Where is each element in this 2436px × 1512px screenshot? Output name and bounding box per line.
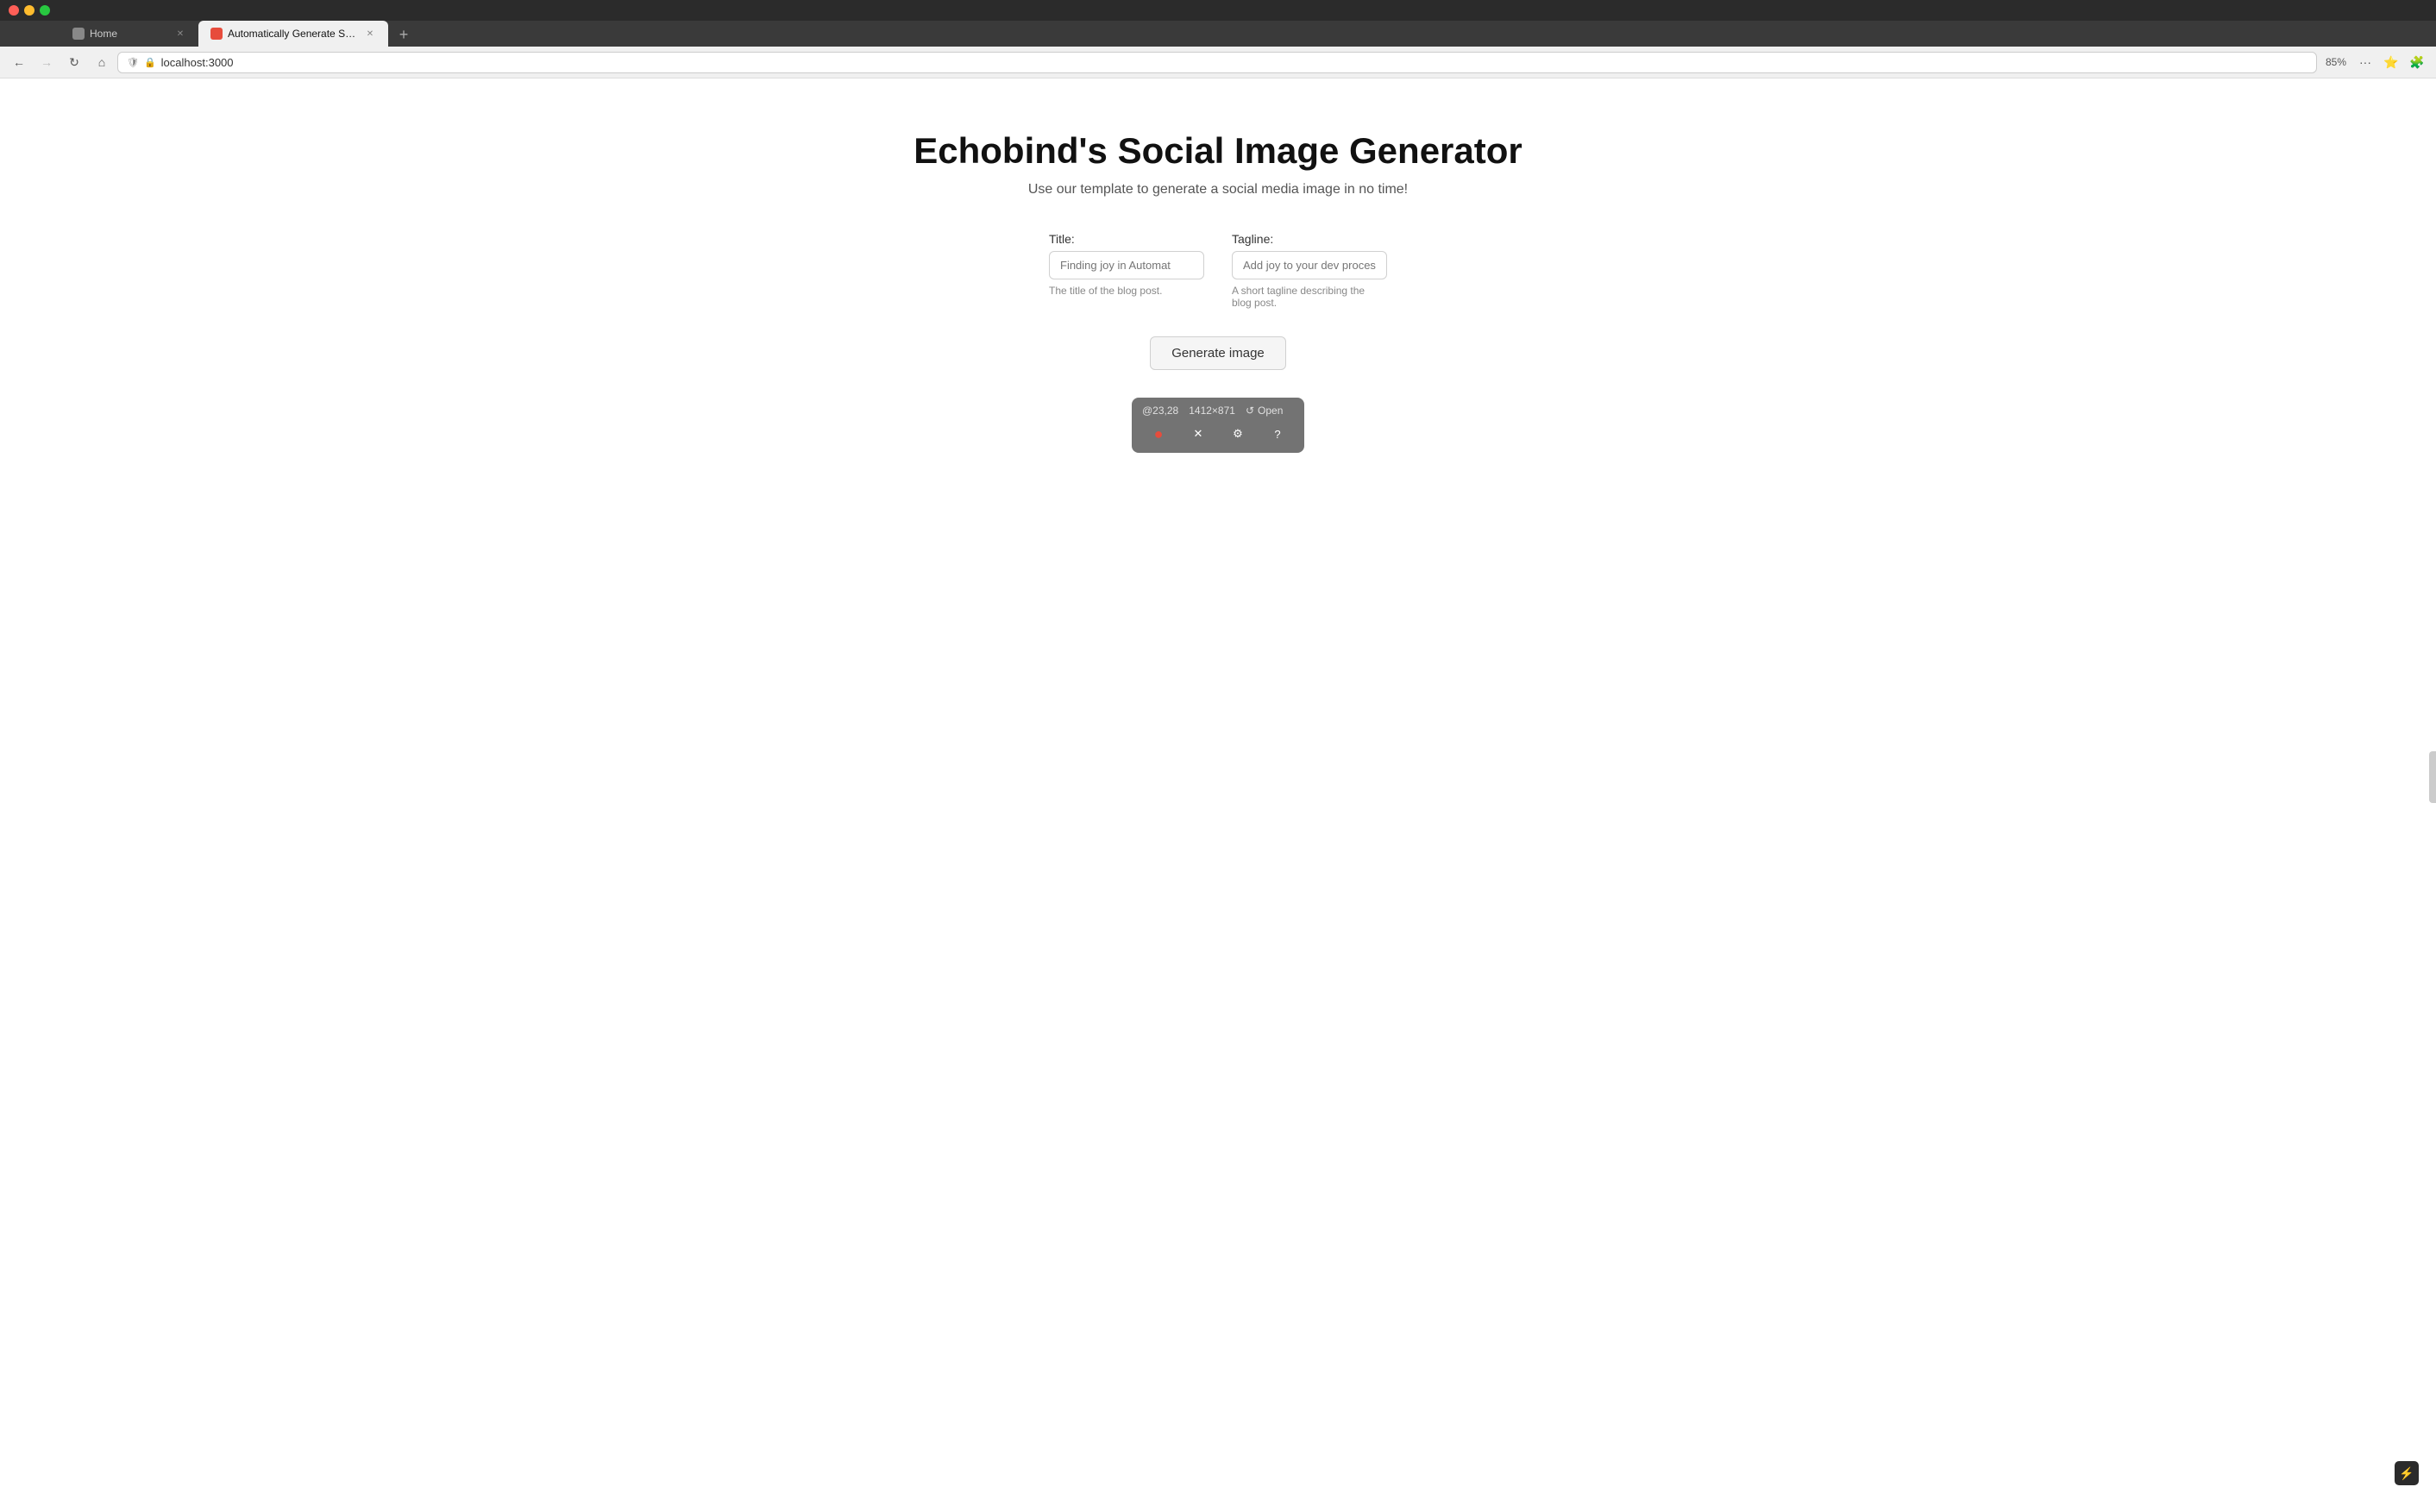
extensions-button[interactable]: 🧩	[2405, 50, 2429, 74]
generate-image-button[interactable]: Generate image	[1150, 336, 1286, 370]
open-refresh-icon: ↺	[1246, 405, 1254, 417]
title-input[interactable]	[1049, 251, 1204, 279]
tab-home-close[interactable]: ✕	[174, 28, 186, 40]
form-area: Title: The title of the blog post. Tagli…	[1049, 232, 1387, 309]
page-title: Echobind's Social Image Generator	[914, 130, 1522, 172]
tabs-bar: Home ✕ Automatically Generate Socia ✕ +	[0, 21, 2436, 47]
close-overlay-button[interactable]: ✕	[1186, 422, 1210, 446]
browser-chrome: Home ✕ Automatically Generate Socia ✕ + …	[0, 0, 2436, 78]
overlay-open[interactable]: ↺ Open	[1246, 405, 1283, 417]
tagline-hint: A short tagline describing the blog post…	[1232, 285, 1387, 309]
tab-generator-close[interactable]: ✕	[364, 28, 376, 40]
security-icon: 🛡	[127, 57, 139, 68]
devtools-overlay: @23,28 1412×871 ↺ Open ● ✕ ⚙ ?	[1132, 398, 1304, 453]
bookmark-button[interactable]: ⭐	[2379, 50, 2403, 74]
forward-button[interactable]: →	[35, 50, 59, 74]
title-label: Title:	[1049, 232, 1204, 246]
page-subtitle: Use our template to generate a social me…	[1028, 182, 1408, 198]
tab-generator[interactable]: Automatically Generate Socia ✕	[198, 21, 388, 47]
close-window-button[interactable]	[9, 5, 19, 16]
settings-overlay-button[interactable]: ⚙	[1226, 422, 1250, 446]
open-label: Open	[1258, 405, 1283, 417]
tab-home[interactable]: Home ✕	[60, 21, 198, 47]
overlay-top-row: @23,28 1412×871 ↺ Open	[1142, 405, 1294, 417]
tab-generator-title: Automatically Generate Socia	[228, 28, 359, 40]
reload-button[interactable]: ↻	[62, 50, 86, 74]
title-field-group: Title: The title of the blog post.	[1049, 232, 1204, 309]
record-button[interactable]: ●	[1146, 422, 1171, 446]
tab-home-title: Home	[90, 28, 169, 40]
minimize-window-button[interactable]	[24, 5, 35, 16]
nav-right-controls: 85% ··· ⭐ 🧩	[2320, 50, 2429, 74]
back-button[interactable]: ←	[7, 50, 31, 74]
tagline-label: Tagline:	[1232, 232, 1387, 246]
new-tab-button[interactable]: +	[392, 22, 416, 47]
tab-home-icon	[72, 28, 85, 40]
page-content: Echobind's Social Image Generator Use ou…	[0, 78, 2436, 1512]
overlay-coords: @23,28	[1142, 405, 1178, 417]
maximize-window-button[interactable]	[40, 5, 50, 16]
title-bar	[0, 0, 2436, 21]
lock-icon: 🔒	[144, 57, 156, 68]
tagline-input[interactable]	[1232, 251, 1387, 279]
nav-bar: ← → ↻ ⌂ 🛡 🔒 localhost:3000 85% ··· ⭐ 🧩	[0, 47, 2436, 78]
tagline-field-group: Tagline: A short tagline describing the …	[1232, 232, 1387, 309]
overlay-actions: ● ✕ ⚙ ?	[1142, 422, 1294, 446]
overlay-dims: 1412×871	[1189, 405, 1235, 417]
lightning-button[interactable]: ⚡	[2395, 1461, 2419, 1485]
edge-indicator	[2429, 751, 2436, 803]
address-text: localhost:3000	[161, 56, 2307, 69]
tab-generator-icon	[210, 28, 223, 40]
address-bar[interactable]: 🛡 🔒 localhost:3000	[117, 52, 2317, 73]
traffic-lights	[9, 5, 50, 16]
title-hint: The title of the blog post.	[1049, 285, 1204, 297]
more-options-button[interactable]: ···	[2353, 50, 2377, 74]
zoom-level[interactable]: 85%	[2320, 54, 2351, 70]
home-button[interactable]: ⌂	[90, 50, 114, 74]
help-overlay-button[interactable]: ?	[1265, 422, 1290, 446]
